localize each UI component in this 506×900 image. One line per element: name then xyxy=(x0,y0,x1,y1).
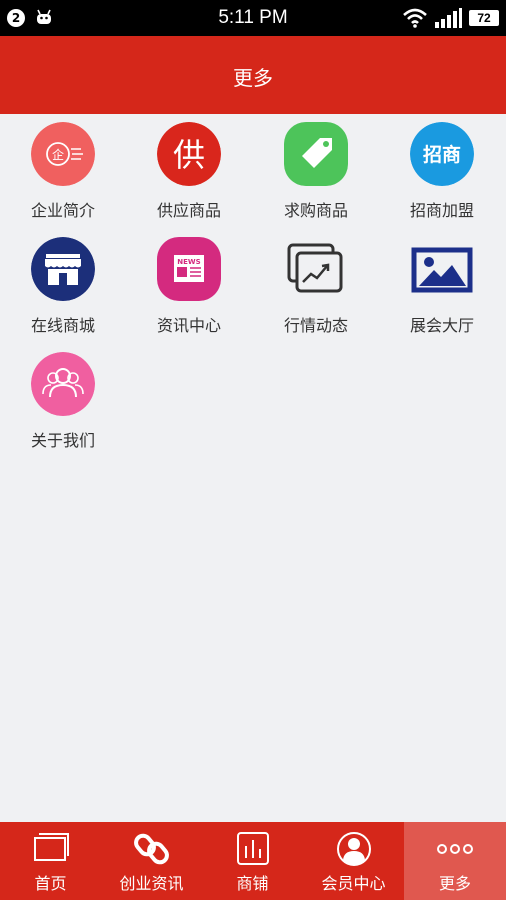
nav-item-more[interactable]: 更多 xyxy=(404,822,506,900)
member-icon xyxy=(336,832,372,866)
grid-item-label: 招商加盟 xyxy=(409,201,474,220)
status-bar: 2 5:11 PM 72 xyxy=(0,0,506,36)
link-icon xyxy=(134,832,170,866)
nav-item-member-center[interactable]: 会员中心 xyxy=(303,822,404,900)
grid-item-label: 资讯中心 xyxy=(156,316,221,335)
grid-item-about-us[interactable]: 关于我们 xyxy=(0,344,126,454)
store-icon xyxy=(31,237,95,301)
investment-icon: 招商 xyxy=(410,122,474,186)
grid-item-label: 供应商品 xyxy=(156,201,221,220)
nav-item-label: 商铺 xyxy=(236,874,269,893)
home-icon xyxy=(33,832,69,866)
supply-icon-text: 供 xyxy=(173,136,205,174)
grid-item-market-trends[interactable]: 行情动态 xyxy=(253,229,379,339)
page-title: 更多 xyxy=(233,66,273,90)
nav-item-startup-news[interactable]: 创业资讯 xyxy=(101,822,202,900)
grid-item-news-center[interactable]: NEWS 资讯中心 xyxy=(126,229,252,339)
price-tag-icon xyxy=(284,122,348,186)
news-icon: NEWS xyxy=(157,237,221,301)
bottom-navigation: 首页 创业资讯 商铺 会员中心 更多 xyxy=(0,822,506,900)
grid-item-investment[interactable]: 招商 招商加盟 xyxy=(379,114,505,224)
grid-item-label: 求购商品 xyxy=(283,201,348,220)
nav-item-label: 首页 xyxy=(34,874,67,893)
grid-item-purchase[interactable]: 求购商品 xyxy=(253,114,379,224)
nav-item-home[interactable]: 首页 xyxy=(0,822,101,900)
grid-item-exhibition-hall[interactable]: 展会大厅 xyxy=(379,229,505,339)
app-header: 更多 xyxy=(0,36,506,114)
supply-icon: 供 xyxy=(157,122,221,186)
news-icon-text: NEWS xyxy=(177,258,200,266)
shop-chart-icon xyxy=(235,832,271,866)
trend-chart-icon xyxy=(284,237,348,301)
users-icon xyxy=(31,352,95,416)
battery-icon: 72 xyxy=(469,10,499,26)
wifi-icon xyxy=(403,8,427,28)
image-gallery-icon xyxy=(410,237,474,301)
grid-item-label: 企业简介 xyxy=(30,201,95,220)
nav-item-label: 更多 xyxy=(438,874,471,893)
nav-item-label: 会员中心 xyxy=(321,874,386,893)
more-icon xyxy=(437,832,473,866)
grid-item-label: 行情动态 xyxy=(283,316,348,335)
nav-item-label: 创业资讯 xyxy=(119,874,184,893)
investment-icon-text: 招商 xyxy=(423,143,461,166)
status-time: 5:11 PM xyxy=(218,7,288,28)
svg-text:企: 企 xyxy=(52,147,64,162)
grid-item-online-mall[interactable]: 在线商城 xyxy=(0,229,126,339)
grid-item-supply[interactable]: 供 供应商品 xyxy=(126,114,252,224)
grid-item-label: 关于我们 xyxy=(30,431,95,450)
grid-item-label: 在线商城 xyxy=(30,316,95,335)
signal-icon xyxy=(435,8,462,28)
grid-item-label: 展会大厅 xyxy=(409,316,474,335)
grid-item-company-profile[interactable]: 企 企业简介 xyxy=(0,114,126,224)
nav-item-shops[interactable]: 商铺 xyxy=(202,822,303,900)
company-profile-icon: 企 xyxy=(31,122,95,186)
